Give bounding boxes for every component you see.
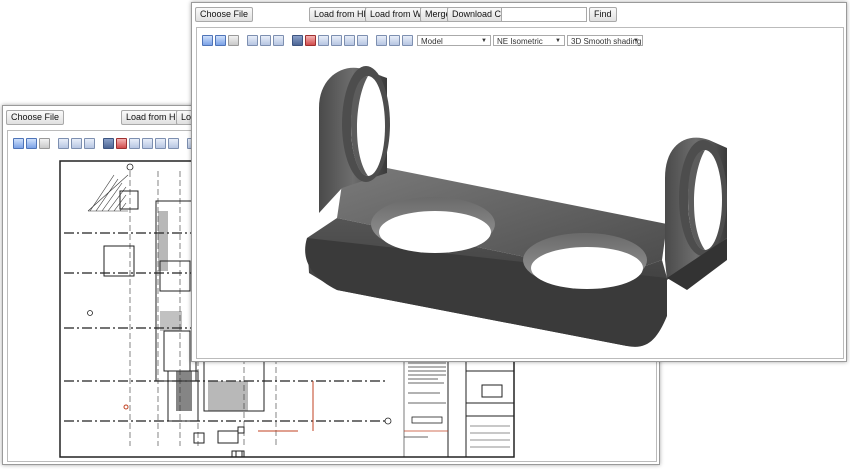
model-viewer-window: Choose File Load from HDD Load from Web … bbox=[191, 2, 847, 362]
choose-file-button[interactable]: Choose File bbox=[195, 7, 254, 22]
search-input[interactable] bbox=[501, 7, 587, 22]
model-viewport[interactable]: Model ▼ NE Isometric ▼ 3D Smooth shading ▼ bbox=[196, 27, 844, 359]
find-button[interactable]: Find bbox=[589, 7, 617, 22]
choose-file-button[interactable]: Choose File bbox=[6, 110, 65, 125]
bracket-3d-model bbox=[305, 66, 727, 347]
